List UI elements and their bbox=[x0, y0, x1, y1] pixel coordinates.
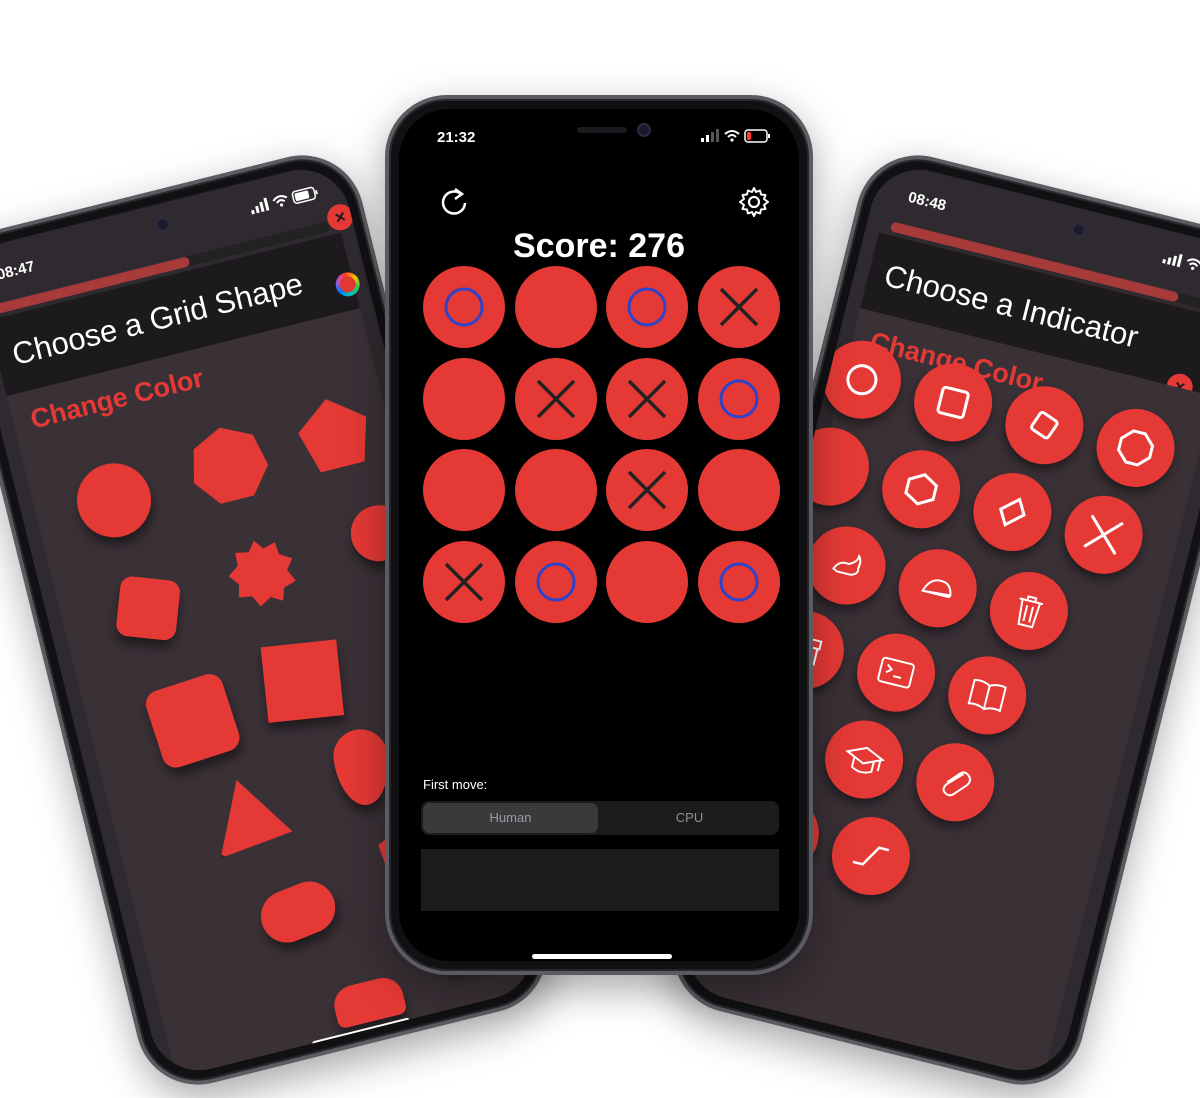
banner-placeholder bbox=[421, 849, 779, 911]
segment-cpu[interactable]: CPU bbox=[602, 803, 777, 833]
status-time: 08:48 bbox=[906, 188, 948, 215]
board-cell[interactable] bbox=[423, 266, 505, 348]
board-cell[interactable] bbox=[606, 357, 688, 440]
rounded-diamond-shape[interactable] bbox=[115, 575, 182, 642]
status-time: 08:47 bbox=[0, 257, 37, 284]
board-cell[interactable] bbox=[606, 449, 688, 531]
board-cell[interactable] bbox=[423, 540, 505, 623]
segment-human[interactable]: Human bbox=[423, 803, 598, 833]
board-cell[interactable] bbox=[697, 266, 780, 348]
board-cell[interactable] bbox=[697, 357, 780, 440]
restart-icon[interactable] bbox=[437, 185, 471, 224]
status-icons bbox=[701, 129, 773, 148]
board-cell[interactable] bbox=[606, 540, 688, 623]
board-cell[interactable] bbox=[514, 540, 597, 623]
terminal-indicator[interactable] bbox=[848, 625, 944, 720]
o-mark-icon bbox=[444, 287, 484, 327]
control-key-indicator[interactable] bbox=[823, 808, 919, 904]
x-mark-icon bbox=[536, 379, 575, 418]
board-cell[interactable] bbox=[514, 266, 597, 348]
score-label: Score: 276 bbox=[513, 227, 685, 265]
scalloped-badge-shape[interactable] bbox=[222, 533, 302, 613]
x-mark-icon bbox=[719, 287, 758, 327]
game-screen: 21:32 Score: 276 First move: Human CPU bbox=[399, 109, 799, 961]
circle-shape[interactable] bbox=[69, 455, 159, 546]
first-move-label: First move: bbox=[423, 777, 488, 792]
tortoise-indicator[interactable] bbox=[890, 540, 985, 636]
x-mark-icon bbox=[627, 379, 667, 418]
board-cell[interactable] bbox=[514, 357, 597, 440]
status-time: 21:32 bbox=[437, 129, 476, 146]
book-indicator[interactable] bbox=[939, 648, 1035, 743]
trash-indicator[interactable] bbox=[981, 563, 1077, 659]
gear-icon[interactable] bbox=[737, 185, 771, 224]
pentagon-shape[interactable] bbox=[292, 391, 377, 476]
hare-indicator[interactable] bbox=[799, 518, 894, 613]
center-phone: 21:32 Score: 276 First move: Human CPU bbox=[385, 95, 813, 975]
x-mark-icon bbox=[627, 470, 667, 510]
pill-shape[interactable] bbox=[253, 873, 344, 951]
o-mark-icon bbox=[719, 562, 758, 601]
paperclip-indicator[interactable] bbox=[908, 734, 1003, 830]
o-mark-icon bbox=[719, 379, 758, 418]
status-icons bbox=[249, 185, 322, 220]
o-mark-icon bbox=[627, 287, 667, 327]
graduationcap-indicator[interactable] bbox=[816, 712, 912, 807]
heptagon-shape[interactable] bbox=[182, 418, 277, 513]
first-move-segmented-control: Human CPU bbox=[421, 801, 779, 835]
game-status-bar: 21:32 bbox=[399, 109, 799, 157]
x-mark-icon bbox=[444, 562, 484, 601]
board-cell[interactable] bbox=[697, 540, 780, 623]
board-cell[interactable] bbox=[423, 357, 505, 440]
tilted-square-shape[interactable] bbox=[260, 639, 345, 723]
board-cell[interactable] bbox=[697, 449, 780, 531]
octagon-indicator[interactable] bbox=[1088, 400, 1183, 496]
xmark-indicator[interactable] bbox=[1056, 487, 1151, 583]
o-mark-icon bbox=[536, 562, 575, 601]
hexagon-indicator[interactable] bbox=[873, 442, 969, 537]
rounded-square-shape[interactable] bbox=[142, 670, 244, 772]
board-cell[interactable] bbox=[423, 449, 505, 531]
status-icons bbox=[1161, 250, 1200, 285]
triangle-shape[interactable] bbox=[203, 770, 294, 858]
board-cell[interactable] bbox=[606, 266, 688, 348]
board-cell[interactable] bbox=[514, 449, 597, 531]
rhombus-indicator[interactable] bbox=[965, 464, 1060, 560]
home-indicator bbox=[532, 954, 672, 959]
